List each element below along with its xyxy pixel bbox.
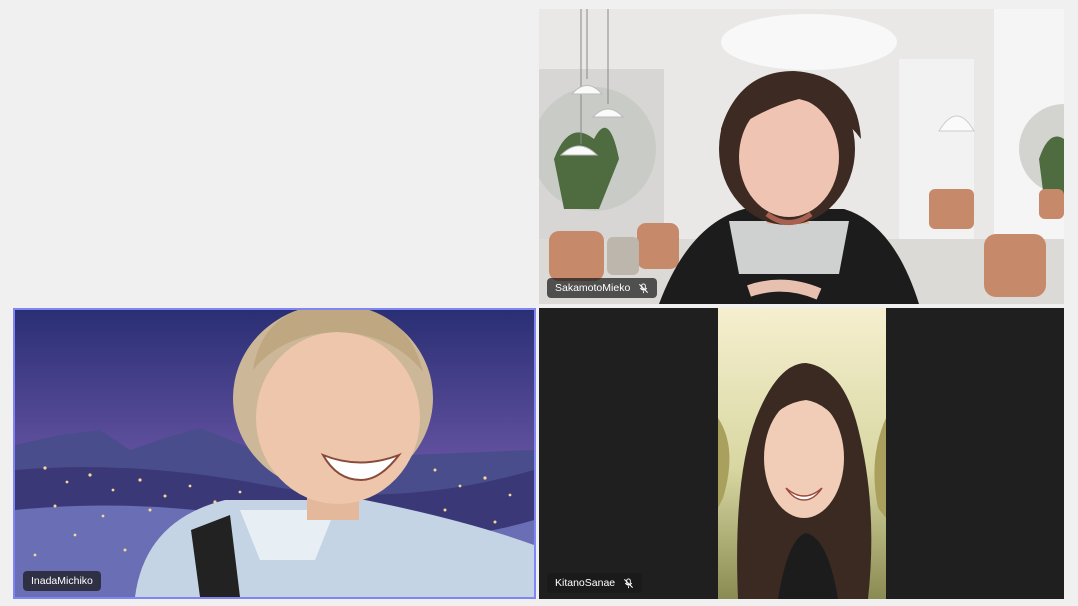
mic-off-icon <box>623 577 634 589</box>
participant-name: SakamotoMieko <box>555 282 631 294</box>
participant-name-tag: KitanoSanae <box>547 573 643 593</box>
mic-off-icon <box>638 282 649 294</box>
video-tile-kitano[interactable]: KitanoSanae <box>539 308 1064 599</box>
participant-video <box>539 9 1064 304</box>
participant-name: KitanoSanae <box>555 577 616 589</box>
video-tile-sakamoto[interactable]: SakamotoMieko <box>539 9 1064 304</box>
participant-name-tag: InadaMichiko <box>23 571 101 591</box>
video-tile-inada[interactable]: InadaMichiko <box>13 308 536 599</box>
participant-name: InadaMichiko <box>31 575 93 587</box>
participant-name-tag: SakamotoMieko <box>547 278 658 298</box>
participant-video <box>718 308 886 599</box>
participant-video <box>15 310 534 597</box>
